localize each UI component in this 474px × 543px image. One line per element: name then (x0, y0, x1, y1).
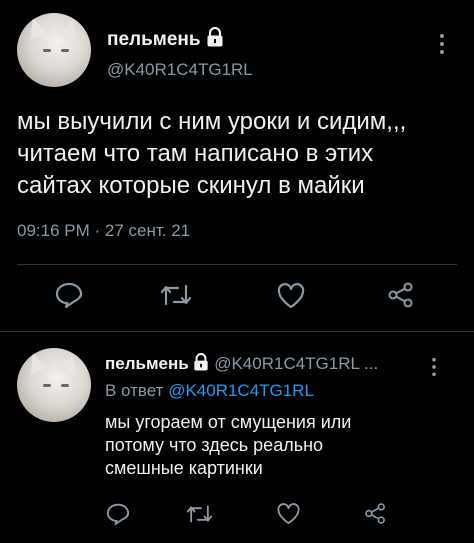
timestamp-separator: · (94, 221, 101, 240)
reply-author-handle[interactable]: @K40R1C4TG1RL ... (214, 354, 378, 373)
more-vertical-icon[interactable] (430, 357, 438, 377)
divider (17, 264, 457, 265)
reply-icon[interactable] (55, 282, 83, 308)
reply-text: мы угораем от смущения или потому что зд… (105, 411, 351, 480)
reply-context: В ответ @K40R1C4TG1RL (105, 381, 314, 401)
reply-text-line: потому что здесь реально (105, 435, 324, 455)
retweet-icon[interactable] (186, 504, 213, 524)
tweet-timestamp[interactable]: 09:16 PM · 27 сент. 21 (17, 221, 190, 241)
share-icon[interactable] (387, 281, 415, 309)
tweet-text-line: мы выучили с ним уроки и сидим,,, (17, 108, 407, 135)
lock-icon (206, 26, 224, 53)
like-icon[interactable] (276, 503, 301, 525)
reply-text-line: смешные картинки (105, 458, 263, 478)
tweet-text-line: читаем что там написано в этих (17, 140, 374, 167)
reply-author-avatar[interactable] (17, 348, 91, 422)
divider (0, 331, 474, 332)
reply-prefix: В ответ (105, 381, 164, 400)
retweet-icon[interactable] (160, 283, 192, 307)
author-avatar[interactable] (17, 13, 91, 87)
reply-text-line: мы угораем от смущения или (105, 412, 352, 432)
tweet-text: мы выучили с ним уроки и сидим,,, читаем… (17, 106, 406, 202)
reply-to-link[interactable]: @K40R1C4TG1RL (168, 381, 314, 400)
reply-header: пельмень @K40R1C4TG1RL ... (105, 353, 378, 376)
lock-icon (193, 353, 209, 376)
tweet-text-line: сайтах которые скинул в майки (17, 172, 365, 199)
tweet-date: 27 сент. 21 (104, 221, 191, 240)
share-icon[interactable] (364, 502, 387, 525)
reply-author-name[interactable]: пельмень (105, 354, 189, 373)
reply-icon[interactable] (106, 503, 130, 525)
author-name[interactable]: пельмень (107, 26, 224, 53)
more-vertical-icon[interactable] (438, 33, 446, 55)
author-handle[interactable]: @K40R1C4TG1RL (107, 60, 253, 80)
author-name-text: пельмень (107, 29, 201, 51)
like-icon[interactable] (276, 283, 306, 309)
tweet-time: 09:16 PM (17, 221, 90, 240)
